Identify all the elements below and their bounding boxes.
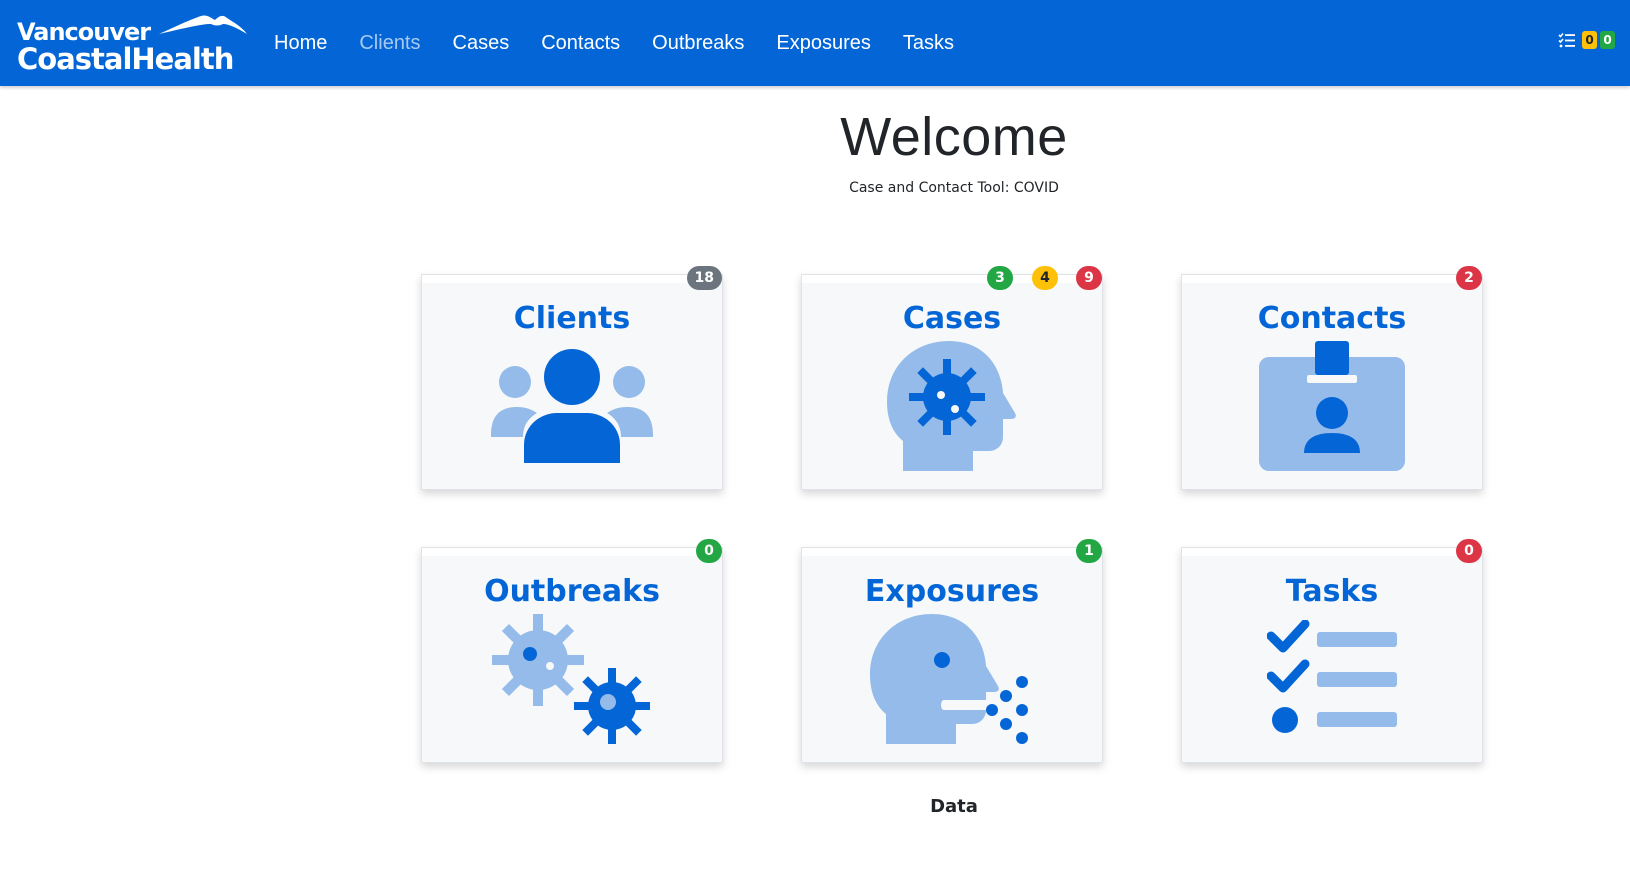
card-exposures[interactable]: 1 Exposures: [801, 539, 1103, 763]
main-nav: Home Clients Cases Contacts Outbreaks Ex…: [274, 0, 986, 86]
clients-count-badge: 18: [686, 266, 722, 290]
cases-green-badge: 3: [987, 266, 1013, 290]
card-title: Cases: [902, 301, 1002, 336]
page-title: Welcome: [840, 107, 1068, 167]
cases-icon: [887, 341, 1016, 471]
top-navbar: Vancouver CoastalHealth Home Clients Cas…: [0, 0, 1630, 86]
page-subtitle: Case and Contact Tool: COVID: [849, 180, 1059, 196]
brand-line-2: CoastalHealth: [17, 42, 234, 76]
contacts-icon: [1259, 341, 1405, 471]
card-title: Tasks: [1285, 574, 1379, 609]
nav-home[interactable]: Home: [274, 32, 327, 55]
card-title: Outbreaks: [484, 574, 660, 609]
card-tasks[interactable]: 0 Tasks: [1181, 539, 1483, 763]
nav-outbreaks[interactable]: Outbreaks: [652, 32, 744, 55]
contacts-count-badge: 2: [1456, 266, 1482, 290]
exposures-icon: [870, 614, 1028, 744]
nav-tasks[interactable]: Tasks: [903, 32, 954, 55]
mountain-icon: [159, 15, 247, 35]
outbreaks-count-badge: 0: [696, 539, 722, 563]
card-title: Clients: [513, 301, 631, 336]
card-title: Exposures: [864, 574, 1040, 609]
outbreaks-icon: [492, 614, 650, 744]
nav-exposures[interactable]: Exposures: [776, 32, 871, 55]
tasks-count-badge: 0: [1456, 539, 1482, 563]
clients-icon: [491, 349, 653, 463]
checklist-icon: [1558, 32, 1575, 48]
card-outbreaks[interactable]: 0 Outbreaks: [421, 539, 723, 763]
tasks-icon: [1267, 620, 1397, 733]
cases-red-badge: 9: [1076, 266, 1102, 290]
nav-cases[interactable]: Cases: [453, 32, 510, 55]
pending-tasks-badge: 0: [1582, 31, 1597, 49]
card-title: Contacts: [1257, 301, 1407, 336]
brand-logo[interactable]: Vancouver CoastalHealth: [17, 12, 249, 76]
nav-contacts[interactable]: Contacts: [541, 32, 620, 55]
card-cases[interactable]: 3 4 9 Cases: [801, 266, 1103, 490]
completed-tasks-badge: 0: [1600, 31, 1615, 49]
nav-clients[interactable]: Clients: [359, 32, 420, 55]
cases-yellow-badge: 4: [1032, 266, 1058, 290]
card-contacts[interactable]: 2 Contacts: [1181, 266, 1483, 490]
welcome-heading: Welcome: [0, 106, 1630, 168]
exposures-count-badge: 1: [1076, 539, 1102, 563]
task-summary[interactable]: 0 0: [1558, 30, 1615, 50]
data-section-label: Data: [930, 796, 978, 817]
card-clients[interactable]: 18 Clients: [421, 266, 723, 490]
